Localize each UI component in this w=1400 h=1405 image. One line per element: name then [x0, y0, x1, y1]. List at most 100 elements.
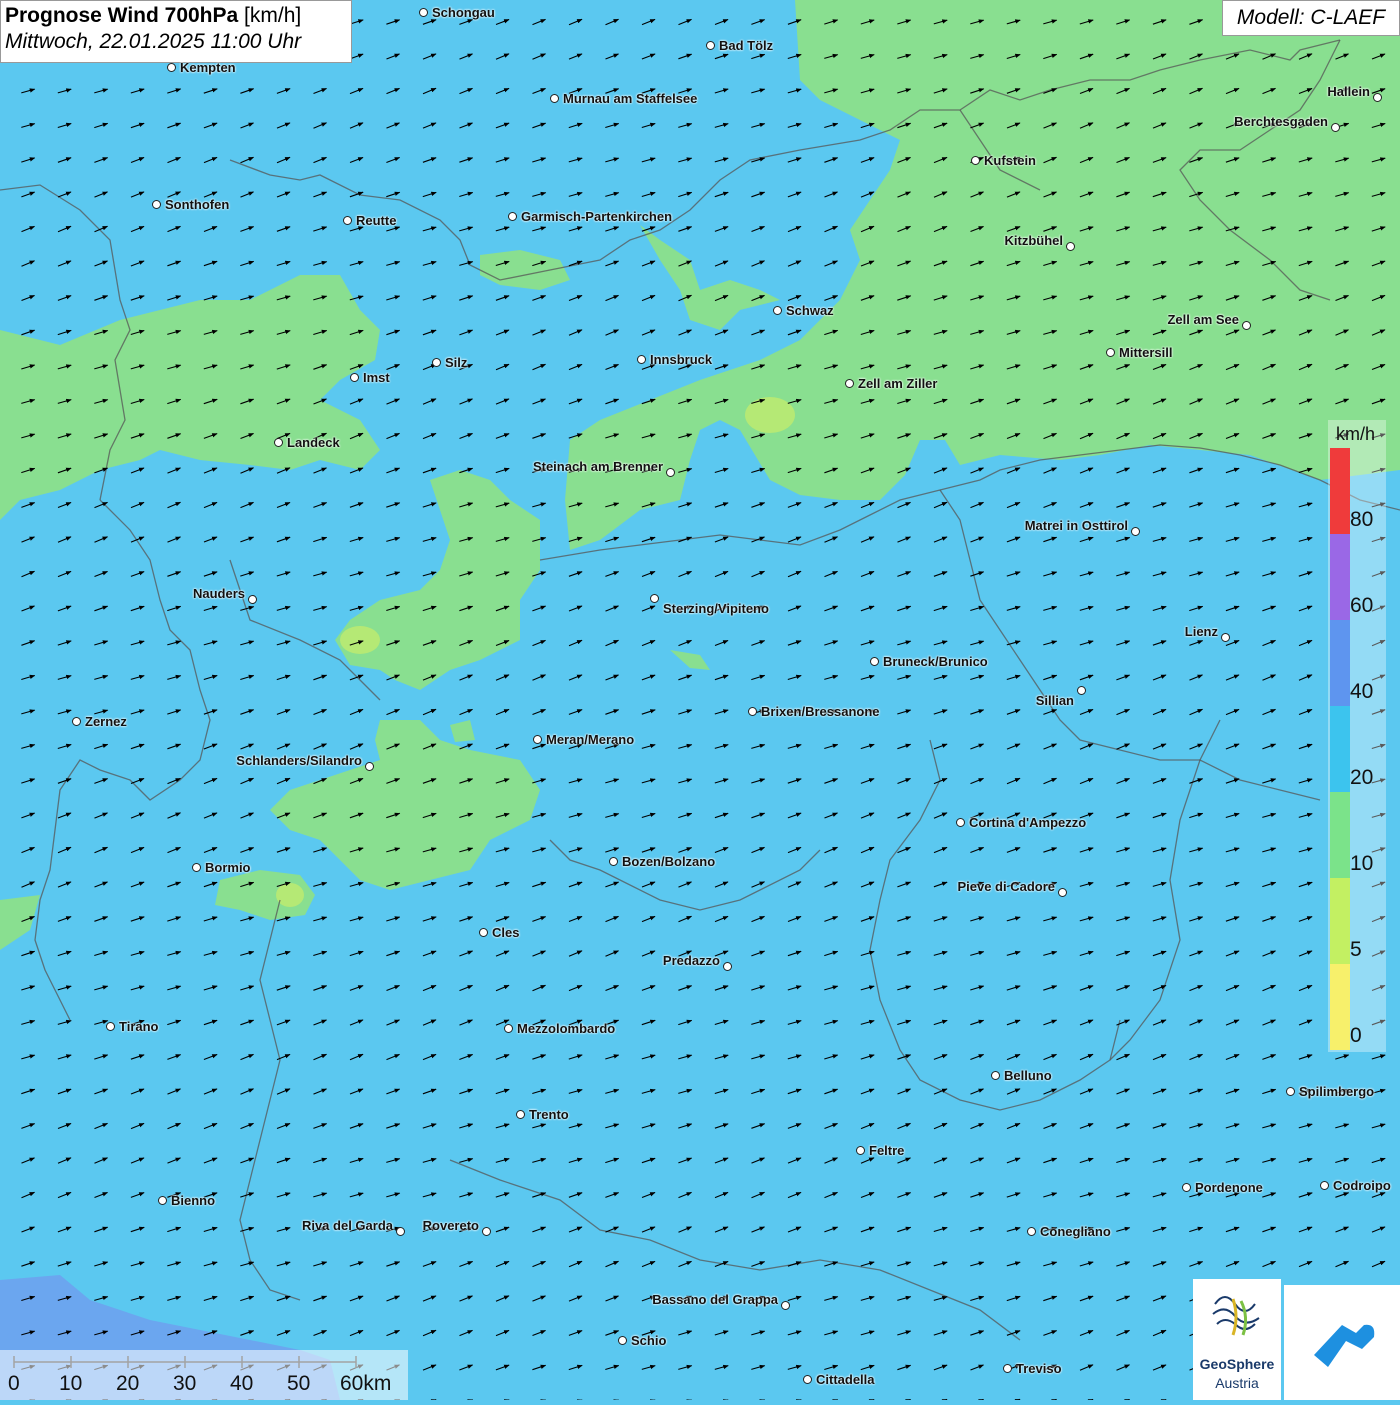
city-label: Codroipo: [1333, 1178, 1391, 1193]
city-label: Steinach am Brenner: [533, 459, 663, 474]
city-label: Silz: [445, 355, 467, 370]
city-marker: [856, 1146, 865, 1155]
city-marker: [781, 1301, 790, 1310]
legend-label-5: 5: [1350, 938, 1362, 962]
city-label: Sonthofen: [165, 197, 229, 212]
city-marker: [396, 1227, 405, 1236]
city-label: Mittersill: [1119, 345, 1172, 360]
city-marker: [1242, 321, 1251, 330]
legend-label-20: 20: [1350, 766, 1373, 790]
city-label: Schio: [631, 1333, 666, 1348]
city-label: Sillian: [1036, 693, 1074, 708]
city-label: Feltre: [869, 1143, 904, 1158]
city-marker: [343, 216, 352, 225]
city-marker: [666, 468, 675, 477]
city-label: Tirano: [119, 1019, 159, 1034]
city-marker: [1221, 633, 1230, 642]
city-marker: [482, 1227, 491, 1236]
scale-label-0: 0: [8, 1372, 20, 1396]
city-label: Treviso: [1016, 1361, 1062, 1376]
city-label: Rovereto: [423, 1218, 479, 1233]
city-label: Bad Tölz: [719, 38, 773, 53]
city-marker: [618, 1336, 627, 1345]
city-marker: [1182, 1183, 1191, 1192]
city-marker: [106, 1022, 115, 1031]
city-label: Conegliano: [1040, 1224, 1111, 1239]
city-marker: [274, 438, 283, 447]
city-marker: [723, 962, 732, 971]
city-marker: [1058, 888, 1067, 897]
city-label: Cles: [492, 925, 519, 940]
city-label: Cittadella: [816, 1372, 875, 1387]
legend-color-10-20: [1330, 792, 1350, 878]
scale-label-10: 10: [59, 1372, 82, 1396]
city-marker: [516, 1110, 525, 1119]
city-marker: [1066, 242, 1075, 251]
city-marker: [870, 657, 879, 666]
forecast-datetime: Mittwoch, 22.01.2025 11:00 Uhr: [5, 30, 347, 54]
legend-color-5-10: [1330, 878, 1350, 964]
city-label: Predazzo: [663, 953, 720, 968]
city-label: Schwaz: [786, 303, 834, 318]
city-label: Hallein: [1327, 84, 1370, 99]
city-marker: [72, 717, 81, 726]
map-title-box: Prognose Wind 700hPa [km/h] Mittwoch, 22…: [0, 0, 352, 63]
city-label: Meran/Merano: [546, 732, 634, 747]
city-marker: [1320, 1181, 1329, 1190]
city-label: Kufstein: [984, 153, 1036, 168]
city-marker: [350, 373, 359, 382]
city-label: Schlanders/Silandro: [236, 753, 362, 768]
scale-label-30: 30: [173, 1372, 196, 1396]
city-marker: [845, 379, 854, 388]
city-marker: [1286, 1087, 1295, 1096]
city-marker: [432, 358, 441, 367]
legend-color-20-40: [1330, 706, 1350, 792]
scale-label-20: 20: [116, 1372, 139, 1396]
city-label: Brixen/Bressanone: [761, 704, 880, 719]
city-label: Garmisch-Partenkirchen: [521, 209, 672, 224]
scale-label-50: 50: [287, 1372, 310, 1396]
city-label: Zernez: [85, 714, 127, 729]
legend-label-80: 80: [1350, 508, 1373, 532]
city-label: Zell am Ziller: [858, 376, 937, 391]
legend-label-0: 0: [1350, 1024, 1362, 1048]
legend-label-60: 60: [1350, 594, 1373, 618]
austria-text: Austria: [1193, 1375, 1281, 1391]
city-marker: [504, 1024, 513, 1033]
city-marker: [419, 8, 428, 17]
city-marker: [803, 1375, 812, 1384]
scale-label-60km: 60km: [340, 1372, 391, 1396]
city-marker: [508, 212, 517, 221]
city-marker: [1131, 527, 1140, 536]
city-marker: [956, 818, 965, 827]
cloud-arrow-icon: [1284, 1285, 1400, 1400]
city-label: Matrei in Osttirol: [1025, 518, 1128, 533]
map-title: Prognose Wind 700hPa [km/h]: [5, 4, 347, 28]
city-label: Zell am See: [1167, 312, 1239, 327]
legend-label-40: 40: [1350, 680, 1373, 704]
city-label: Bienno: [171, 1193, 215, 1208]
city-marker: [971, 156, 980, 165]
city-label: Kitzbühel: [1005, 233, 1064, 248]
city-marker: [550, 94, 559, 103]
geosphere-emblem-icon: [1193, 1279, 1281, 1359]
city-marker: [152, 200, 161, 209]
city-marker: [479, 928, 488, 937]
legend-color-0-5: [1330, 964, 1350, 1050]
city-marker: [748, 707, 757, 716]
legend-color-40-60: [1330, 620, 1350, 706]
city-marker: [192, 863, 201, 872]
city-marker: [1106, 348, 1115, 357]
city-label: Bassano del Grappa: [652, 1292, 778, 1307]
city-marker: [1077, 686, 1086, 695]
city-label: Imst: [363, 370, 390, 385]
city-label: Bozen/Bolzano: [622, 854, 715, 869]
city-marker: [533, 735, 542, 744]
city-label: Bormio: [205, 860, 251, 875]
city-marker: [167, 63, 176, 72]
app-logo: [1284, 1285, 1400, 1400]
city-marker: [773, 306, 782, 315]
geosphere-text: GeoSphere: [1193, 1356, 1281, 1372]
city-label: Reutte: [356, 213, 396, 228]
city-marker: [650, 594, 659, 603]
